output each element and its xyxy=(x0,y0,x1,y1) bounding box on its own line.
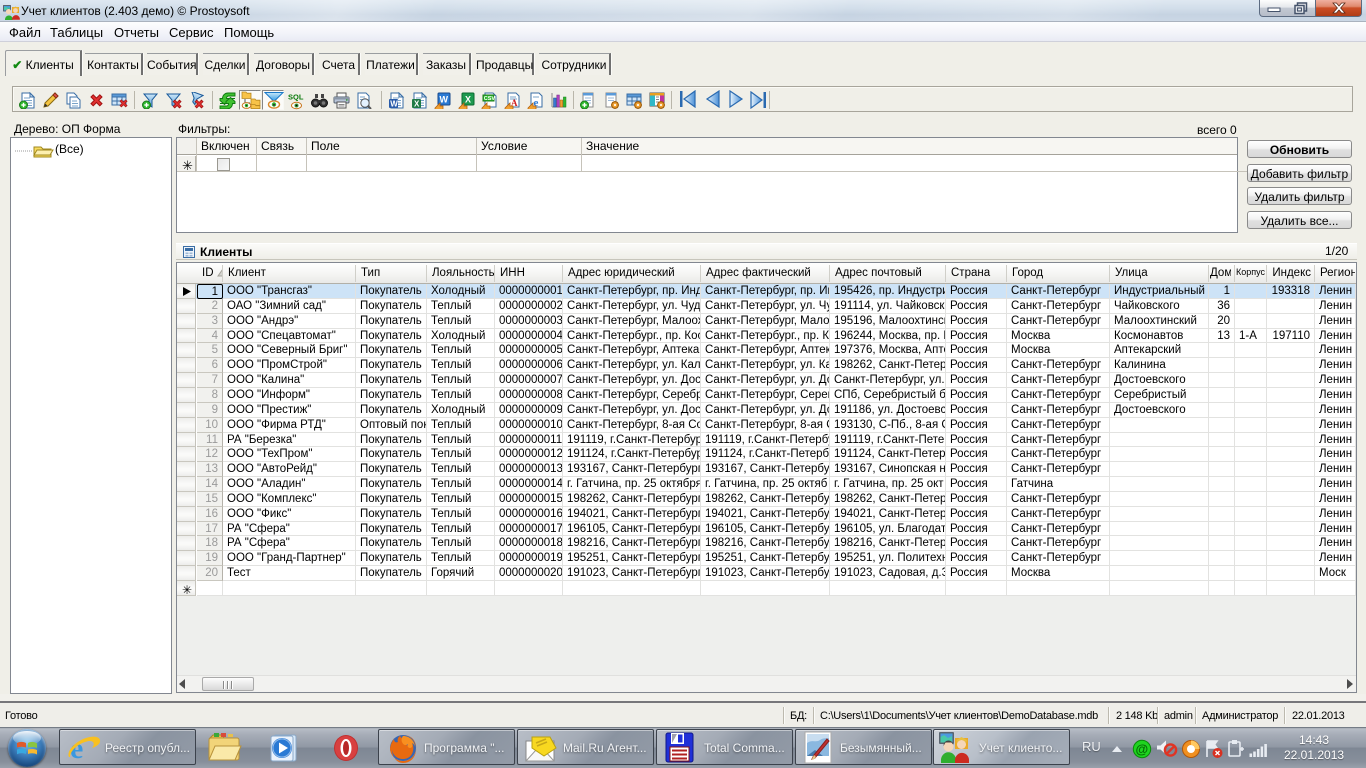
svg-text:X: X xyxy=(465,95,471,105)
svg-text:@: @ xyxy=(1136,742,1149,757)
svg-text:W: W xyxy=(390,100,398,109)
svg-text:SQL: SQL xyxy=(288,93,304,102)
svg-text:CSV: CSV xyxy=(483,96,495,102)
svg-text:X: X xyxy=(414,100,420,109)
svg-text:W: W xyxy=(440,95,449,105)
